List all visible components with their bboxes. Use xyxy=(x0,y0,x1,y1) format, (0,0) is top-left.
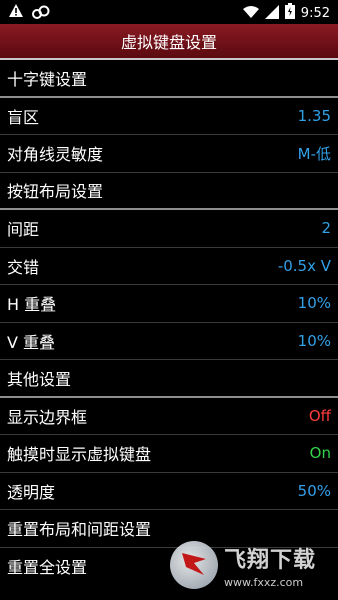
title-bar: 虚拟键盘设置 xyxy=(0,24,338,60)
warning-triangle-icon xyxy=(8,3,24,23)
setting-value: 1.35 xyxy=(297,106,331,125)
wifi-icon xyxy=(242,4,259,23)
setting-label: 重置全设置 xyxy=(7,558,88,578)
setting-label: 盲区 xyxy=(7,107,40,127)
setting-label: 交错 xyxy=(7,257,40,277)
setting-label: 对角线灵敏度 xyxy=(7,145,104,165)
watermark-logo-icon xyxy=(170,541,218,589)
setting-label: 触摸时显示虚拟键盘 xyxy=(7,445,152,465)
setting-row-show-bounding-box[interactable]: 显示边界框 Off xyxy=(0,398,338,435)
setting-value: Off xyxy=(308,406,331,425)
section-label: 十字键设置 xyxy=(7,69,88,89)
setting-label: H 重叠 xyxy=(7,295,57,315)
battery-icon xyxy=(284,3,295,23)
setting-row-deadzone[interactable]: 盲区 1.35 xyxy=(0,98,338,135)
status-time: 9:52 xyxy=(300,5,330,21)
section-label: 其他设置 xyxy=(7,369,72,389)
status-bar-left xyxy=(8,3,50,23)
setting-value: On xyxy=(309,444,331,463)
status-bar: 9:52 xyxy=(0,0,338,24)
setting-value: -0.5x V xyxy=(277,256,331,275)
section-header-other: 其他设置 xyxy=(0,360,338,398)
setting-value: 2 xyxy=(321,219,331,238)
cloud-icon xyxy=(32,4,50,23)
settings-list: 十字键设置 盲区 1.35 对角线灵敏度 M-低 按钮布局设置 间距 2 交错 … xyxy=(0,60,338,585)
setting-row-diagonal-sensitivity[interactable]: 对角线灵敏度 M-低 xyxy=(0,135,338,173)
setting-value: 50% xyxy=(297,481,331,500)
signal-icon xyxy=(264,4,279,23)
setting-row-opacity[interactable]: 透明度 50% xyxy=(0,473,338,510)
setting-label: 重置布局和间距设置 xyxy=(7,520,152,540)
section-label: 按钮布局设置 xyxy=(7,182,104,202)
setting-row-stagger[interactable]: 交错 -0.5x V xyxy=(0,248,338,285)
setting-row-spacing[interactable]: 间距 2 xyxy=(0,210,338,248)
watermark-url: www.fxxz.com xyxy=(224,575,304,589)
setting-value: 10% xyxy=(297,294,331,313)
status-bar-right: 9:52 xyxy=(242,3,330,23)
watermark-title: 飞翔下载 xyxy=(224,547,317,573)
page-title: 虚拟键盘设置 xyxy=(120,33,217,52)
setting-row-v-overlap[interactable]: V 重叠 10% xyxy=(0,323,338,360)
setting-label: 显示边界框 xyxy=(7,407,88,427)
watermark-text: 飞翔下载 www.fxxz.com xyxy=(224,542,316,589)
setting-row-show-on-touch[interactable]: 触摸时显示虚拟键盘 On xyxy=(0,435,338,473)
setting-label: 透明度 xyxy=(7,482,56,502)
setting-label: V 重叠 xyxy=(7,332,56,352)
setting-label: 间距 xyxy=(7,220,40,240)
watermark: 飞翔下载 www.fxxz.com xyxy=(170,536,330,594)
setting-value: M-低 xyxy=(297,144,331,163)
section-header-dpad: 十字键设置 xyxy=(0,60,338,98)
setting-value: 10% xyxy=(297,331,331,350)
setting-row-h-overlap[interactable]: H 重叠 10% xyxy=(0,285,338,323)
section-header-button-layout: 按钮布局设置 xyxy=(0,173,338,210)
